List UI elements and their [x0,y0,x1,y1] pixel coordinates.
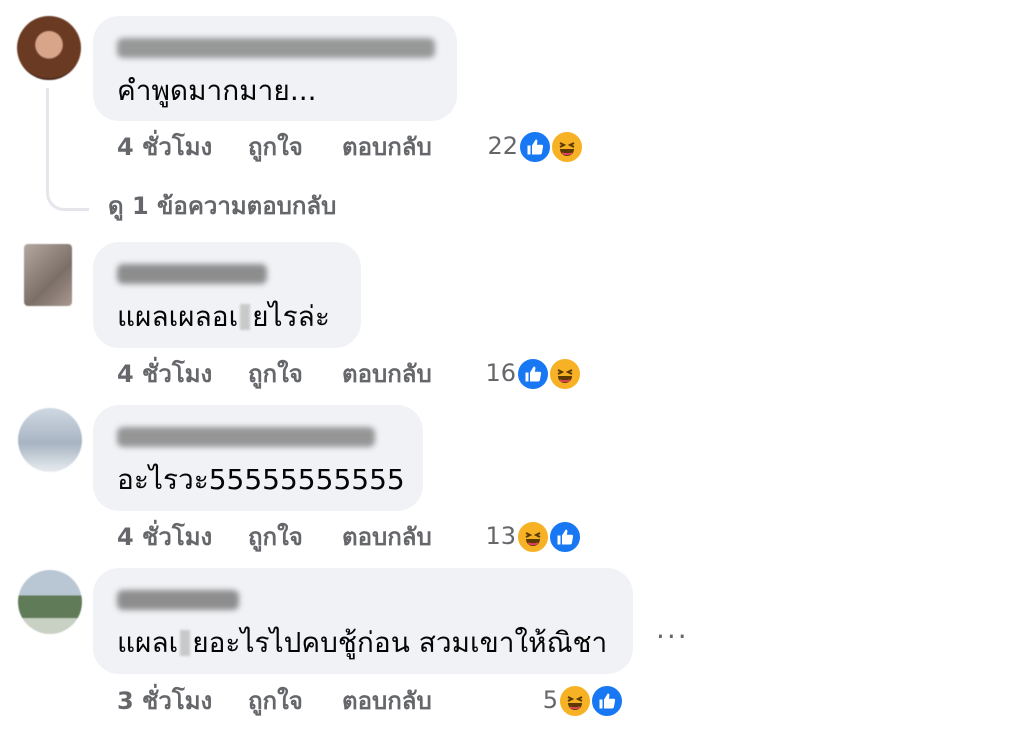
like-button[interactable]: ถูกใจ [248,359,303,389]
reply-button[interactable]: ตอบกลับ [342,359,432,389]
like-button[interactable]: ถูกใจ [248,132,303,162]
blurred-author-name[interactable] [117,38,435,58]
avatar[interactable] [17,16,81,80]
timestamp[interactable]: 4 ชั่วโมง [117,132,212,162]
reaction-summary[interactable]: 16 [478,357,586,391]
like-icon [590,684,624,718]
reaction-summary[interactable]: 5 [520,684,628,718]
blurred-author-name[interactable] [117,590,239,610]
reaction-summary[interactable]: 13 [478,520,586,554]
reaction-count: 5 [542,686,558,714]
more-options-button[interactable]: ... [656,612,689,645]
haha-icon [548,357,582,391]
censor-block [180,630,191,656]
reply-button[interactable]: ตอบกลับ [342,686,432,716]
comment-text: อะไรวะ55555555555 [117,463,405,496]
blurred-author-name[interactable] [117,427,375,447]
avatar[interactable] [24,244,72,306]
reaction-count: 13 [485,522,516,550]
comment-text-part: แผลเ [117,626,179,659]
reaction-summary[interactable]: 22 [480,130,588,164]
comment-bubble: แผลเ ยอะไรไปคบชู้ก่อน สวมเขาให้ณิชา [93,568,633,674]
haha-icon [550,130,584,164]
reaction-count: 16 [485,359,516,387]
comment-text: แผลเ ยอะไรไปคบชู้ก่อน สวมเขาให้ณิชา [117,626,607,660]
avatar[interactable] [18,408,82,472]
timestamp[interactable]: 4 ชั่วโมง [117,522,212,552]
like-icon [548,520,582,554]
comment-text: คำพูดมากมาย... [117,74,317,107]
haha-icon [516,520,550,554]
reaction-count: 22 [487,132,518,160]
reply-button[interactable]: ตอบกลับ [342,132,432,162]
timestamp[interactable]: 4 ชั่วโมง [117,359,212,389]
avatar[interactable] [18,570,82,634]
reply-button[interactable]: ตอบกลับ [342,522,432,552]
censor-block [240,304,251,330]
comment-bubble: อะไรวะ55555555555 [93,405,423,511]
like-icon [516,357,550,391]
timestamp[interactable]: 3 ชั่วโมง [117,686,212,716]
comment-text-part: แผลเผลอเ [117,300,239,333]
view-replies-link[interactable]: ดู 1 ข้อความตอบกลับ [108,186,336,225]
reply-thread-line [46,88,89,211]
comment-text-part: ยไรล่ะ [252,300,330,333]
like-button[interactable]: ถูกใจ [248,686,303,716]
comment-bubble: คำพูดมากมาย... [93,16,457,121]
haha-icon [558,684,592,718]
blurred-author-name[interactable] [117,264,267,284]
like-button[interactable]: ถูกใจ [248,522,303,552]
like-icon [518,130,552,164]
comment-bubble: แผลเผลอเ ยไรล่ะ [93,242,361,348]
comment-text: แผลเผลอเ ยไรล่ะ [117,300,330,334]
comment-text-part: ยอะไรไปคบชู้ก่อน สวมเขาให้ณิชา [192,626,608,659]
